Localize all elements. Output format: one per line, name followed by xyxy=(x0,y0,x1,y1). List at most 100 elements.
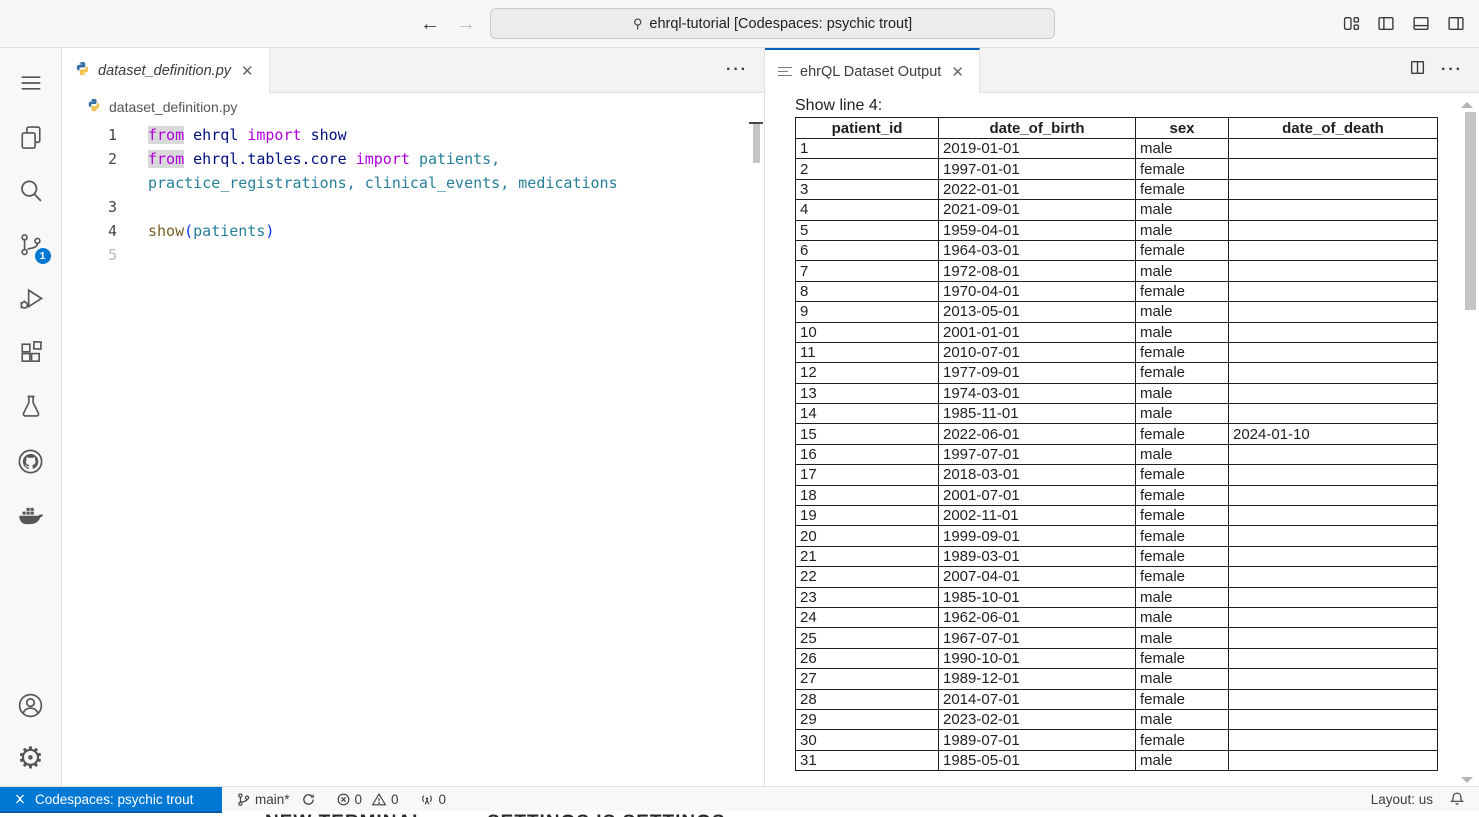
keyboard-layout-status[interactable]: Layout: us xyxy=(1371,792,1433,807)
forward-arrow-icon[interactable]: → xyxy=(456,14,476,34)
table-cell: male xyxy=(1136,322,1229,342)
table-cell: 1977-09-01 xyxy=(939,363,1136,383)
split-editor-icon[interactable] xyxy=(1409,59,1426,81)
source-control-badge: 1 xyxy=(35,248,51,264)
branch-label: main* xyxy=(255,792,290,807)
search-icon[interactable] xyxy=(7,164,55,218)
remote-indicator[interactable]: Codespaces: psychic trout xyxy=(0,787,222,811)
table-cell xyxy=(1229,322,1438,342)
source-control-icon[interactable]: 1 xyxy=(7,218,55,272)
table-cell: 1974-03-01 xyxy=(939,383,1136,403)
table-cell xyxy=(1229,159,1438,179)
table-cell xyxy=(1229,281,1438,301)
tab-ehrql-dataset-output[interactable]: ehrQL Dataset Output ✕ xyxy=(765,48,980,93)
warning-icon xyxy=(371,792,387,807)
table-cell: 23 xyxy=(796,587,939,607)
table-row: 131974-03-01male xyxy=(796,383,1438,403)
editor-scrollbar[interactable] xyxy=(753,124,760,163)
line-number: 3 xyxy=(62,195,117,219)
line-number xyxy=(62,171,117,195)
table-row: 192002-11-01female xyxy=(796,506,1438,526)
extensions-icon[interactable] xyxy=(7,326,55,380)
table-cell: 1967-07-01 xyxy=(939,628,1136,648)
table-cell: male xyxy=(1136,750,1229,770)
command-center-search[interactable]: ⚲ ehrql-tutorial [Codespaces: psychic tr… xyxy=(490,8,1055,39)
table-header-row: patient_id date_of_birth sex date_of_dea… xyxy=(796,118,1438,139)
table-cell: male xyxy=(1136,444,1229,464)
table-cell: male xyxy=(1136,200,1229,220)
tab-dataset-definition[interactable]: dataset_definition.py ✕ xyxy=(62,48,270,93)
explorer-icon[interactable] xyxy=(7,110,55,164)
table-cell xyxy=(1229,302,1438,322)
code-editor[interactable]: 12345 from ehrql import showfrom ehrql.t… xyxy=(62,120,764,786)
output-panel-group: ehrQL Dataset Output ✕ ··· Show line 4: … xyxy=(765,48,1479,786)
table-cell: 5 xyxy=(796,220,939,240)
ports-count: 0 xyxy=(439,792,447,807)
table-cell xyxy=(1229,363,1438,383)
back-arrow-icon[interactable]: ← xyxy=(420,14,440,34)
scroll-up-arrow-icon[interactable] xyxy=(1461,102,1473,108)
table-cell: 1989-03-01 xyxy=(939,546,1136,566)
code-line: practice_registrations, clinical_events,… xyxy=(148,171,618,195)
table-cell: 2001-07-01 xyxy=(939,485,1136,505)
dataset-table: patient_id date_of_birth sex date_of_dea… xyxy=(795,117,1438,771)
gear-icon[interactable]: ⚙ xyxy=(7,732,55,786)
remote-icon xyxy=(13,792,27,806)
toggle-panel-icon[interactable] xyxy=(1412,15,1430,32)
table-cell: 1997-01-01 xyxy=(939,159,1136,179)
line-number: 4 xyxy=(62,219,117,243)
table-cell: 1985-10-01 xyxy=(939,587,1136,607)
toggle-secondary-sidebar-icon[interactable] xyxy=(1447,15,1465,32)
table-cell: 2022-01-01 xyxy=(939,179,1136,199)
table-cell: 1959-04-01 xyxy=(939,220,1136,240)
scroll-down-arrow-icon[interactable] xyxy=(1461,777,1473,783)
table-cell xyxy=(1229,342,1438,362)
close-icon[interactable]: ✕ xyxy=(239,62,256,80)
account-icon[interactable] xyxy=(7,678,55,732)
customize-layout-icon[interactable] xyxy=(1343,15,1360,32)
table-cell: male xyxy=(1136,261,1229,281)
breadcrumb[interactable]: dataset_definition.py xyxy=(62,93,764,120)
hamburger-menu-icon[interactable] xyxy=(7,56,55,110)
table-cell xyxy=(1229,730,1438,750)
table-row: 161997-07-01male xyxy=(796,444,1438,464)
table-cell xyxy=(1229,567,1438,587)
run-debug-icon[interactable] xyxy=(7,272,55,326)
docker-whale-icon[interactable] xyxy=(7,488,55,542)
table-cell: 2014-07-01 xyxy=(939,689,1136,709)
table-cell: 2007-04-01 xyxy=(939,567,1136,587)
table-row: 42021-09-01male xyxy=(796,200,1438,220)
table-cell: male xyxy=(1136,220,1229,240)
table-cell: 2024-01-10 xyxy=(1229,424,1438,444)
toggle-primary-sidebar-icon[interactable] xyxy=(1377,15,1395,32)
table-cell: 1970-04-01 xyxy=(939,281,1136,301)
ports-status[interactable]: 0 xyxy=(419,792,447,807)
more-actions-icon[interactable]: ··· xyxy=(726,61,748,79)
table-row: 282014-07-01female xyxy=(796,689,1438,709)
panel-scrollbar[interactable] xyxy=(1465,112,1476,310)
table-cell: male xyxy=(1136,709,1229,729)
more-actions-icon[interactable]: ··· xyxy=(1441,61,1463,79)
dataset-table-body: 12019-01-01male21997-01-01female32022-01… xyxy=(796,139,1438,771)
branch-status[interactable]: main* xyxy=(236,792,316,807)
table-cell: 1989-07-01 xyxy=(939,730,1136,750)
line-number: 1 xyxy=(62,123,117,147)
table-cell: 26 xyxy=(796,648,939,668)
bell-icon xyxy=(1449,791,1465,807)
table-cell xyxy=(1229,506,1438,526)
beaker-icon[interactable] xyxy=(7,380,55,434)
table-cell: 24 xyxy=(796,607,939,627)
problems-status[interactable]: 0 0 xyxy=(336,792,399,807)
table-cell: 2002-11-01 xyxy=(939,506,1136,526)
github-icon[interactable] xyxy=(7,434,55,488)
table-cell: 2010-07-01 xyxy=(939,342,1136,362)
table-row: 51959-04-01male xyxy=(796,220,1438,240)
table-cell xyxy=(1229,546,1438,566)
table-cell: 25 xyxy=(796,628,939,648)
table-cell: 17 xyxy=(796,465,939,485)
table-cell: male xyxy=(1136,302,1229,322)
table-row: 71972-08-01male xyxy=(796,261,1438,281)
python-file-icon xyxy=(87,98,101,115)
close-icon[interactable]: ✕ xyxy=(949,63,966,81)
table-cell: female xyxy=(1136,281,1229,301)
